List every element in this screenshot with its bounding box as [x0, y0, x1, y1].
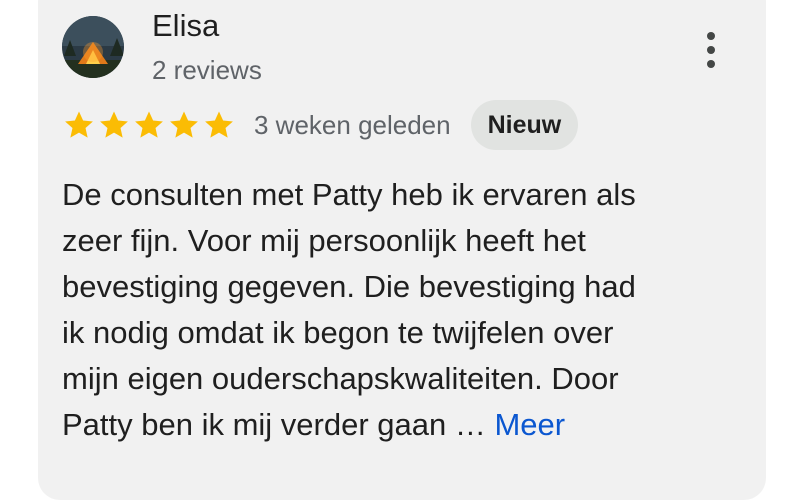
star-icon: [170, 111, 198, 138]
review-text-line: bevestiging gegeven. Die bevestiging had: [62, 269, 636, 304]
review-text-last-line: Patty ben ik mij verder gaan … Meer: [62, 402, 742, 448]
review-date: 3 weken geleden: [254, 109, 451, 140]
author-review-count: 2 reviews: [152, 55, 262, 85]
more-vert-icon: [707, 32, 715, 40]
star-icon: [135, 111, 163, 138]
review-text-line: Patty ben ik mij verder gaan …: [62, 407, 486, 442]
new-badge: Nieuw: [470, 100, 579, 150]
review-text: De consulten met Patty heb ik ervaren al…: [62, 172, 742, 448]
star-icon: [65, 111, 93, 138]
review-text-line: zeer fijn. Voor mij persoonlijk heeft he…: [62, 223, 586, 258]
star-icon: [100, 111, 128, 138]
review-text-line: ik nodig omdat ik begon te twijfelen ove…: [62, 315, 614, 350]
review-text-line: De consulten met Patty heb ik ervaren al…: [62, 177, 636, 212]
review-text-line: mijn eigen ouderschapskwaliteiten. Door: [62, 361, 619, 396]
star-icon: [205, 111, 233, 138]
star-rating: [62, 108, 236, 142]
avatar[interactable]: [62, 16, 124, 78]
rating-row: 3 weken geleden Nieuw: [62, 100, 579, 150]
author-name[interactable]: Elisa: [152, 8, 219, 44]
campfire-tent-avatar-icon: [62, 16, 124, 78]
read-more-link[interactable]: Meer: [494, 407, 565, 442]
more-options-button[interactable]: [690, 26, 732, 74]
